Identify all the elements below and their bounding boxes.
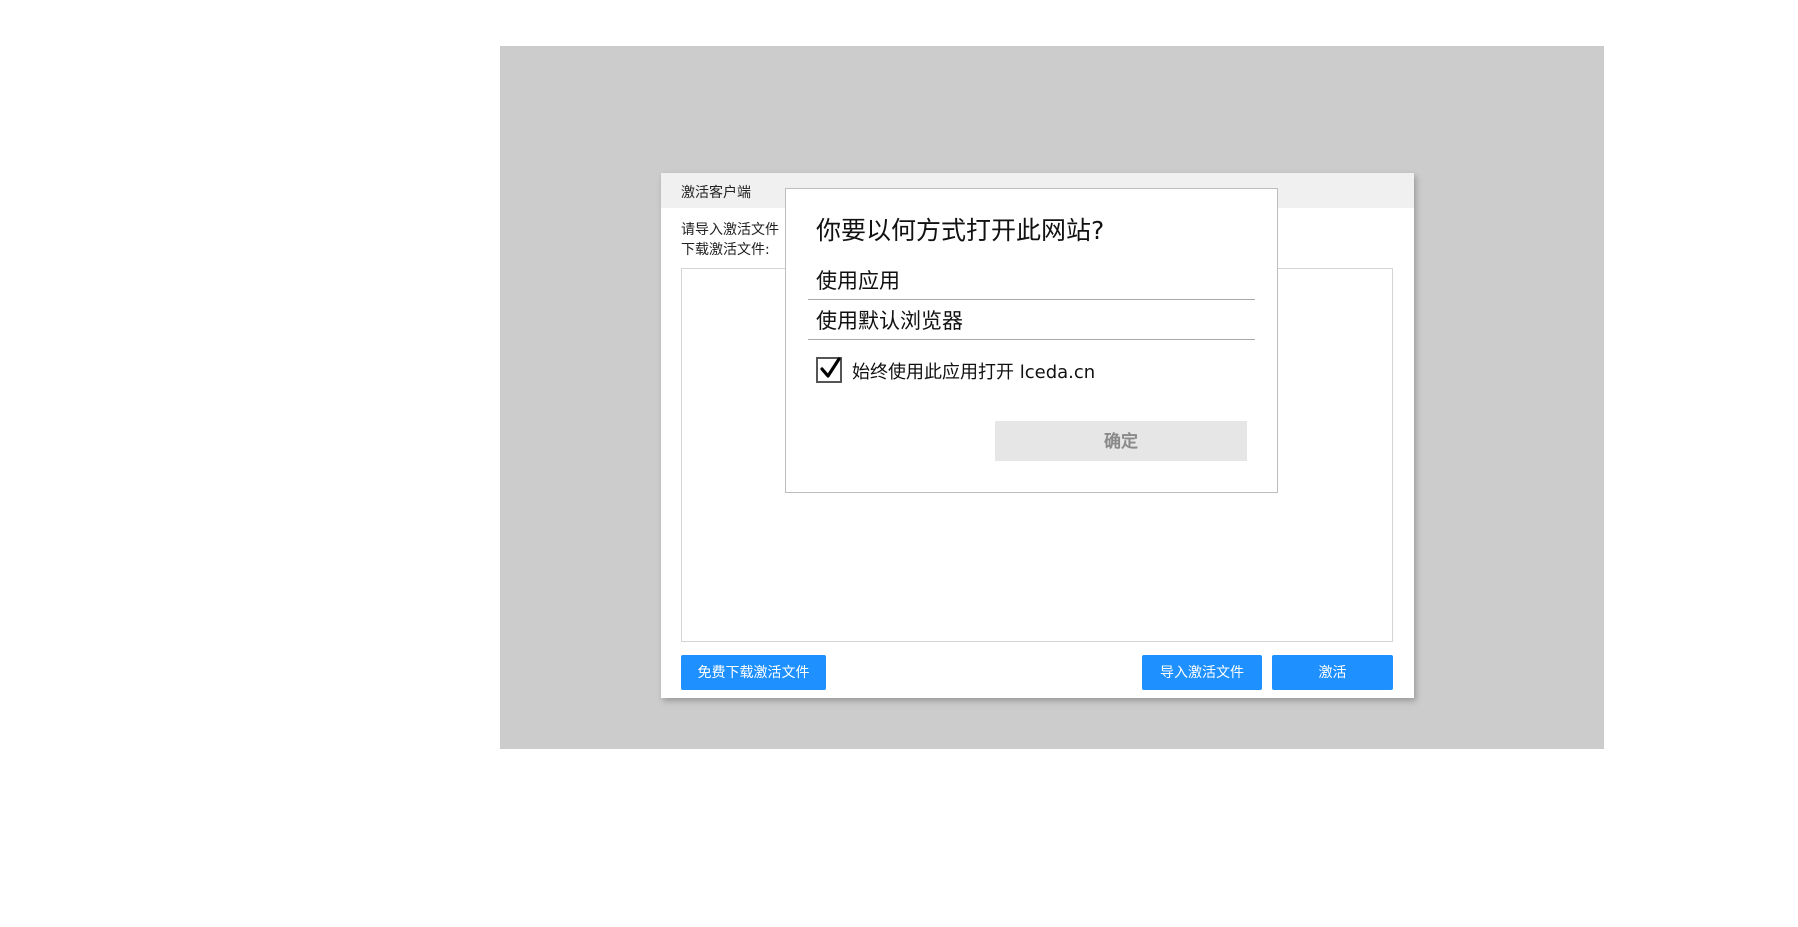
option-use-app-label: 使用应用 xyxy=(816,269,900,293)
option-use-app[interactable]: 使用应用 xyxy=(808,259,1255,300)
confirm-button[interactable]: 确定 xyxy=(995,421,1247,461)
open-with-dialog: 你要以何方式打开此网站? 使用应用 使用默认浏览器 始终使用此应用打开 lced… xyxy=(785,188,1278,493)
dialog-title: 你要以何方式打开此网站? xyxy=(816,216,1105,245)
always-use-label: 始终使用此应用打开 lceda.cn xyxy=(852,362,1096,383)
always-use-checkbox[interactable] xyxy=(816,357,842,383)
import-file-button[interactable]: 导入激活文件 xyxy=(1142,655,1262,690)
checkmark-icon xyxy=(820,357,841,378)
free-download-button[interactable]: 免费下载激活文件 xyxy=(681,655,826,690)
download-instruction-text: 下载激活文件: xyxy=(681,242,770,258)
activate-button[interactable]: 激活 xyxy=(1272,655,1393,690)
option-default-browser-label: 使用默认浏览器 xyxy=(816,309,963,333)
option-default-browser[interactable]: 使用默认浏览器 xyxy=(808,299,1255,340)
window-title: 激活客户端 xyxy=(681,185,751,201)
import-instruction-text: 请导入激活文件 xyxy=(681,222,779,238)
